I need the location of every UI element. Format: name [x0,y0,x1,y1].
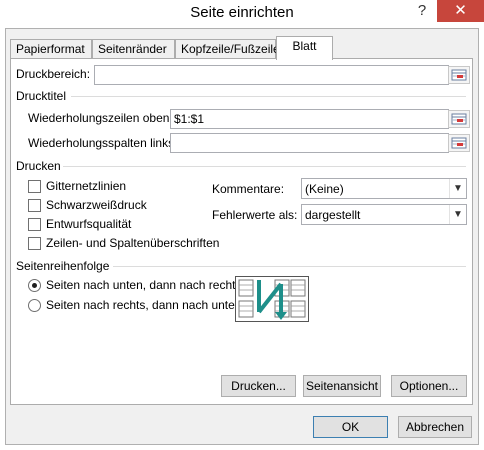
print-area-collapse-button[interactable] [448,66,470,84]
chevron-down-icon: ▼ [449,205,466,224]
repeat-rows-field[interactable]: $1:$1 [170,109,449,129]
repeat-cols-field[interactable] [170,133,449,153]
print-area-label: Druckbereich: [16,67,91,81]
black-white-label: Schwarzweißdruck [46,198,147,212]
gridlines-label: Gitternetzlinien [46,179,127,193]
tab-papierformat[interactable]: Papierformat [10,39,92,59]
dialog-body: Papierformat Seitenränder Kopfzeile/Fußz… [5,28,479,445]
order-over-then-down-label: Seiten nach rechts, dann nach unten [46,298,242,312]
collapse-dialog-icon [451,137,467,149]
repeat-rows-value: $1:$1 [174,112,205,126]
cancel-button-label: Abbrechen [405,420,465,434]
close-button[interactable]: ✕ [437,0,484,22]
page-order-divider [113,266,466,267]
help-button[interactable]: ? [407,0,437,22]
errors-select[interactable]: dargestellt ▼ [301,204,467,225]
repeat-cols-collapse-button[interactable] [448,134,470,152]
order-over-then-down-radio[interactable] [28,299,41,312]
options-button-label: Optionen... [399,379,459,393]
page-setup-dialog: Seite einrichten ? ✕ Papierformat Seiten… [0,0,484,450]
row-col-headings-checkbox[interactable] [28,237,41,250]
print-titles-divider [71,96,466,97]
errors-label: Fehlerwerte als: [212,208,298,222]
print-area-field[interactable] [94,65,449,85]
print-divider [63,166,466,167]
options-button[interactable]: Optionen... [391,375,467,397]
order-down-then-over-label: Seiten nach unten, dann nach rechts [46,278,242,292]
tab-kopfzeile-fusszeile[interactable]: Kopfzeile/Fußzeile [175,39,280,59]
collapse-dialog-icon [451,69,467,81]
print-button-face-label: Drucken... [231,379,286,393]
repeat-rows-collapse-button[interactable] [448,110,470,128]
order-down-then-over-radio[interactable] [28,279,41,292]
print-button-face[interactable]: Drucken... [221,375,296,397]
page-order-header: Seitenreihenfolge [16,259,110,273]
comments-value: (Keine) [305,182,344,196]
page-preview-button[interactable]: Seitenansicht [303,375,381,397]
tab-blatt[interactable]: Blatt [276,36,333,60]
draft-quality-checkbox[interactable] [28,218,41,231]
ok-button[interactable]: OK [313,416,388,438]
comments-select[interactable]: (Keine) ▼ [301,178,467,199]
chevron-down-icon: ▼ [449,179,466,198]
print-header: Drucken [16,159,61,173]
black-white-checkbox[interactable] [28,199,41,212]
gridlines-checkbox[interactable] [28,180,41,193]
page-order-preview [235,276,309,322]
comments-label: Kommentare: [212,182,285,196]
draft-quality-label: Entwurfsqualität [46,217,132,231]
page-preview-button-label: Seitenansicht [305,379,379,393]
row-col-headings-label: Zeilen- und Spaltenüberschriften [46,236,220,250]
errors-value: dargestellt [305,208,361,222]
tab-seitenraender[interactable]: Seitenränder [92,39,175,59]
page-order-preview-icon [235,276,309,322]
collapse-dialog-icon [451,113,467,125]
repeat-rows-label: Wiederholungszeilen oben: [28,111,173,125]
repeat-cols-label: Wiederholungsspalten links: [28,136,178,150]
title-bar: Seite einrichten ? ✕ [0,0,484,28]
print-titles-header: Drucktitel [16,89,67,103]
cancel-button[interactable]: Abbrechen [398,416,472,438]
sheet-tab-panel: Druckbereich: Drucktitel Wiederholungsze… [10,58,473,405]
ok-button-label: OK [341,420,360,434]
